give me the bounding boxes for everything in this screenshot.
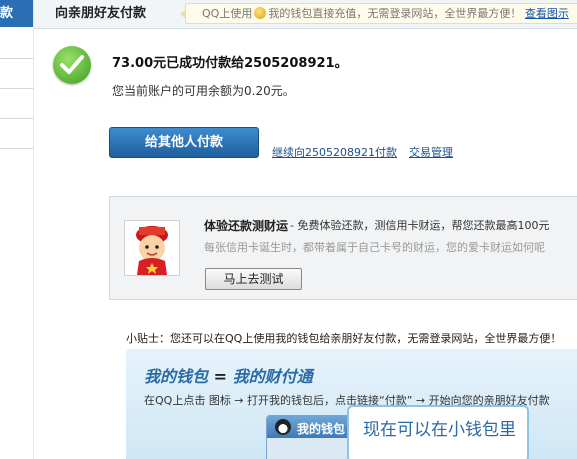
sidebar-divider (0, 88, 33, 89)
pay-others-button[interactable]: 给其他人付款 (109, 127, 259, 158)
notice-banner: QQ上使用 我的钱包直接充值，无需登录网站，全世界最方便！ 查看图示 (180, 3, 577, 24)
banner-title: 我的钱包 = 我的财付通 (144, 363, 313, 387)
test-now-button[interactable]: 马上去测试 (205, 268, 302, 290)
wallet-banner[interactable]: 我的钱包 = 我的财付通 在QQ上点击 图标 → 打开我的钱包后，点击链接“付款… (126, 349, 577, 459)
sidebar-divider (0, 148, 33, 149)
check-circle-icon (53, 46, 91, 84)
notice-text-before: QQ上使用 (202, 7, 253, 20)
banner-callout: 现在可以在小钱包里 (347, 405, 529, 459)
promo-box: 体验还款测财运 - 免费体验还款，测信用卡财运，帮您还款最高100元 每张信用卡… (109, 196, 577, 300)
continue-pay-link[interactable]: 继续向2505208921付款 (272, 144, 397, 160)
sidebar-divider (0, 58, 33, 59)
transaction-management-link[interactable]: 交易管理 (409, 144, 453, 160)
available-balance-text: 您当前账户的可用余额为0.20元。 (112, 84, 295, 98)
sidebar-active-item[interactable]: 款 (0, 0, 33, 27)
sidebar-divider (0, 118, 33, 119)
fortune-god-illustration (125, 221, 179, 275)
payment-success-message: 73.00元已成功付款给2505208921。 (112, 56, 348, 71)
page-title: 向亲朋好友付款 (55, 6, 147, 21)
notice-text-after: 我的钱包直接充值，无需登录网站，全世界最方便！ (268, 7, 522, 20)
sidebar: 款 (0, 0, 33, 459)
notice-pointer (180, 9, 186, 19)
sidebar-active-label: 款 (0, 6, 14, 21)
banner-title-wallet: 我的钱包 (144, 367, 209, 386)
notice-text: QQ上使用 我的钱包直接充值，无需登录网站，全世界最方便！ 查看图示 (202, 4, 569, 23)
view-illustration-link[interactable]: 查看图示 (525, 7, 569, 20)
checkmark-glyph (60, 55, 84, 74)
qq-wallet-coin-icon (254, 7, 267, 19)
fortune-god-avatar (124, 220, 180, 276)
wallet-window-title: 我的钱包 (297, 422, 346, 436)
promo-subtext: 每张信用卡诞生时，都带着属于自己卡号的财运，您的爱卡财运如何呢 (204, 241, 545, 254)
tip-text: 小贴士：您还可以在QQ上使用我的钱包给亲朋好友付款，无需登录网站，全世界最方便！ (126, 332, 562, 345)
promo-title: 体验还款测财运 (204, 219, 289, 233)
promo-description: - 免费体验还款，测信用卡财运，帮您还款最高100元 (290, 219, 550, 232)
banner-callout-text: 现在可以在小钱包里 (363, 420, 516, 440)
page-header: 向亲朋好友付款 QQ上使用 我的钱包直接充值，无需登录网站，全世界最方便！ 查看图… (34, 0, 577, 29)
banner-title-tenpay: 我的财付通 (232, 367, 313, 386)
sidebar-border (33, 0, 34, 459)
qq-penguin-icon (275, 419, 291, 435)
banner-title-equals: = (213, 367, 227, 386)
